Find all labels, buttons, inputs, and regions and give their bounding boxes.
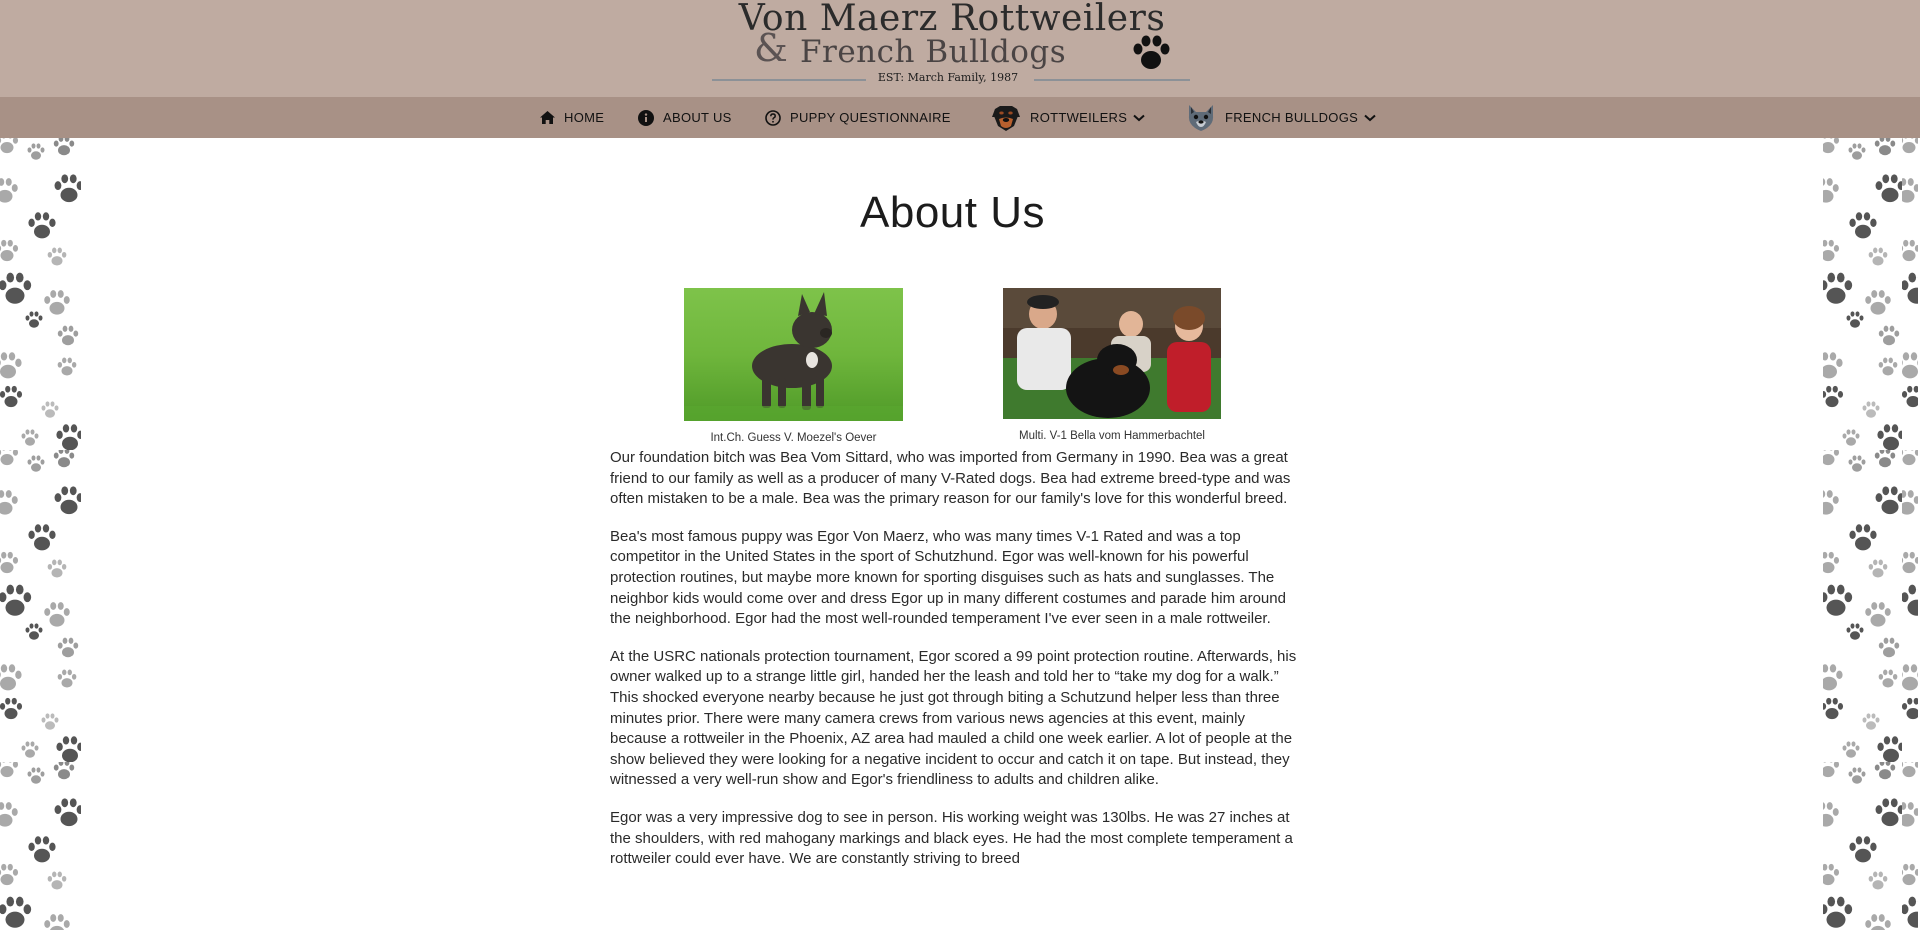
chevron-down-icon [1364,114,1376,122]
nav-rottweilers-label: ROTTWEILERS [1030,110,1128,125]
logo-rule-left [712,79,866,81]
french-bulldog-face-icon [1186,104,1216,132]
home-icon [540,111,555,124]
nav-home[interactable]: HOME [540,97,604,138]
logo-established: EST: March Family, 1987 [877,71,1019,84]
site-header: Von Maerz Rottweilers & French Bulldogs … [0,0,1920,97]
nav-puppy-questionnaire[interactable]: PUPPY QUESTIONNAIRE [765,97,951,138]
nav-french-bulldogs-label: FRENCH BULLDOGS [1225,110,1359,125]
nav-about-us-label: ABOUT US [663,110,732,125]
about-us-body: Our foundation bitch was Bea Vom Sittard… [610,448,1300,887]
chevron-down-icon [1133,114,1145,122]
nav-home-label: HOME [564,110,605,125]
info-icon [638,109,654,126]
nav-puppy-questionnaire-label: PUPPY QUESTIONNAIRE [790,110,951,125]
page-title: About Us [860,188,1045,237]
french-bulldog-photo [684,288,903,421]
rottweiler-face-icon [991,104,1021,132]
photo-caption-1: Int.Ch. Guess V. Moezel's Oever [710,432,877,444]
main-nav: HOME ABOUT US PUPPY QUESTIONNAIRE ROTTWE… [0,97,1920,138]
paw-print-icon [1133,35,1170,69]
photo-caption-2: Multi. V-1 Bella vom Hammerbachtel [1019,430,1205,442]
nav-rottweilers[interactable]: ROTTWEILERS [991,97,1145,138]
paw-pattern-right [1823,138,1920,930]
family-rottweiler-photo [1003,288,1221,419]
paragraph: Our foundation bitch was Bea Vom Sittard… [610,449,1291,508]
logo-rule-right [1034,79,1190,81]
paw-pattern-left [0,138,81,930]
paragraph: Egor was a very impressive dog to see in… [610,808,1293,868]
site-logo[interactable]: Von Maerz Rottweilers & French Bulldogs … [708,0,1196,90]
nav-about-us[interactable]: ABOUT US [638,97,732,138]
nav-french-bulldogs[interactable]: FRENCH BULLDOGS [1186,97,1376,138]
question-icon [765,109,781,126]
paragraph: Bea's most famous puppy was Egor Von Mae… [610,527,1286,628]
logo-ampersand: & [754,26,788,70]
logo-title-line2: French Bulldogs [800,34,1067,70]
paragraph: At the USRC nationals protection tournam… [610,647,1297,789]
